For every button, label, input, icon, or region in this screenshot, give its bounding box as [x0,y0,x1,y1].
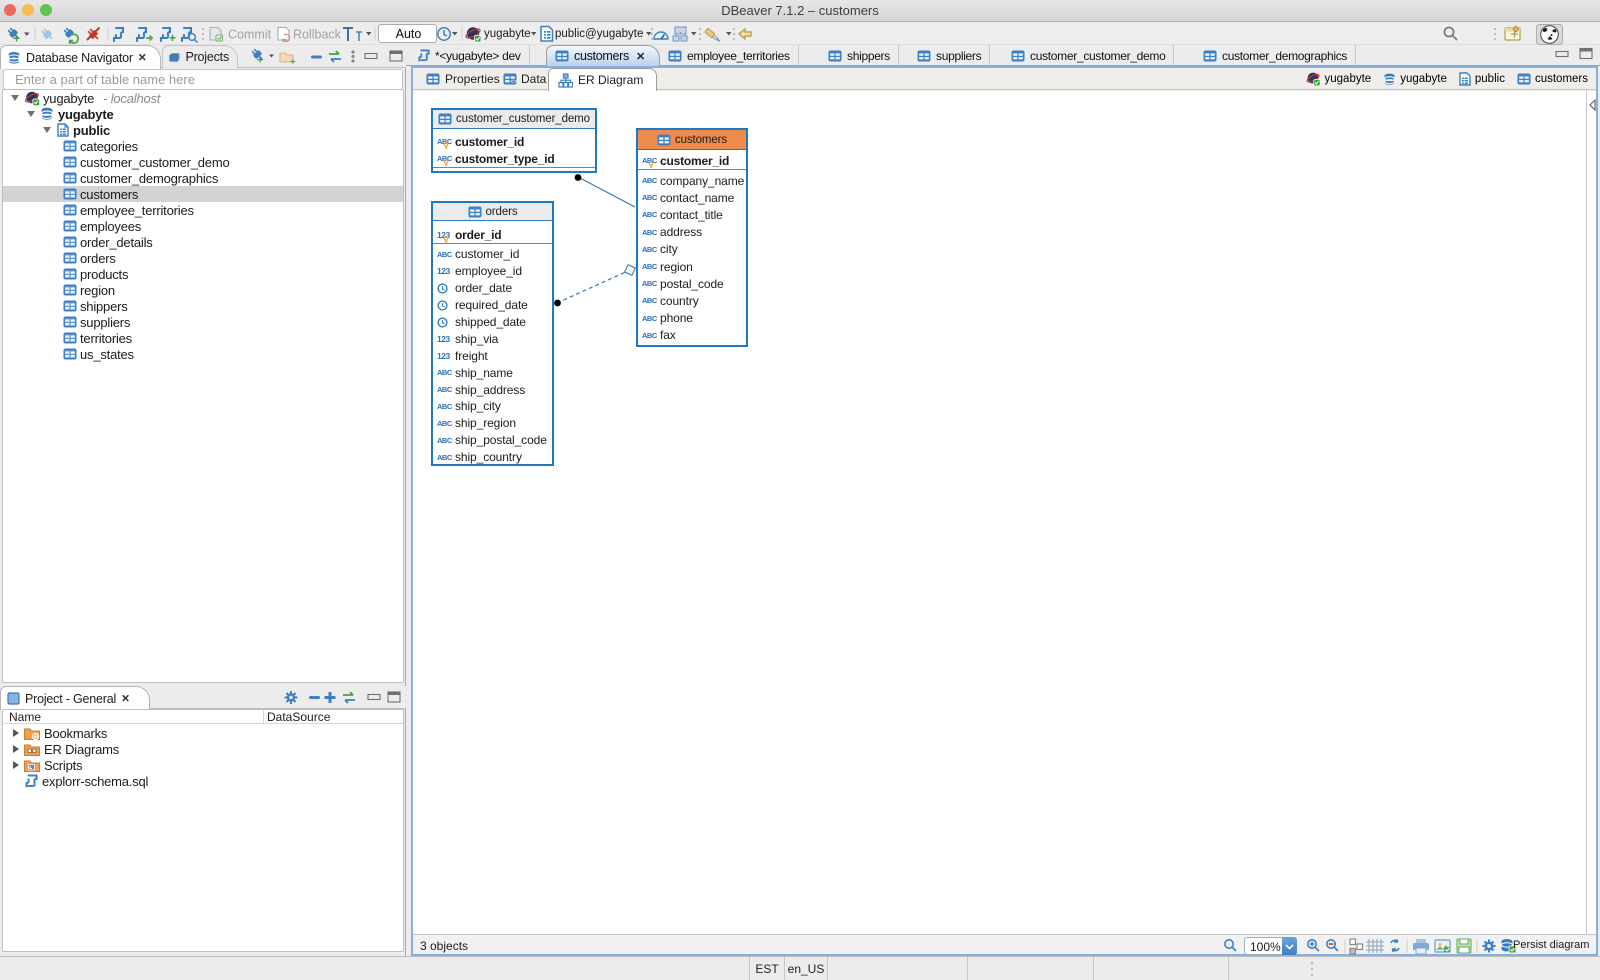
svg-text:Commit: Commit [228,28,272,42]
svg-text:+: + [257,55,263,67]
svg-text:<>: <> [510,80,517,86]
svg-text:+: + [169,31,176,45]
svg-text:+: + [290,57,296,68]
svg-text:Rollback: Rollback [293,28,342,42]
svg-text:+: + [13,32,20,46]
